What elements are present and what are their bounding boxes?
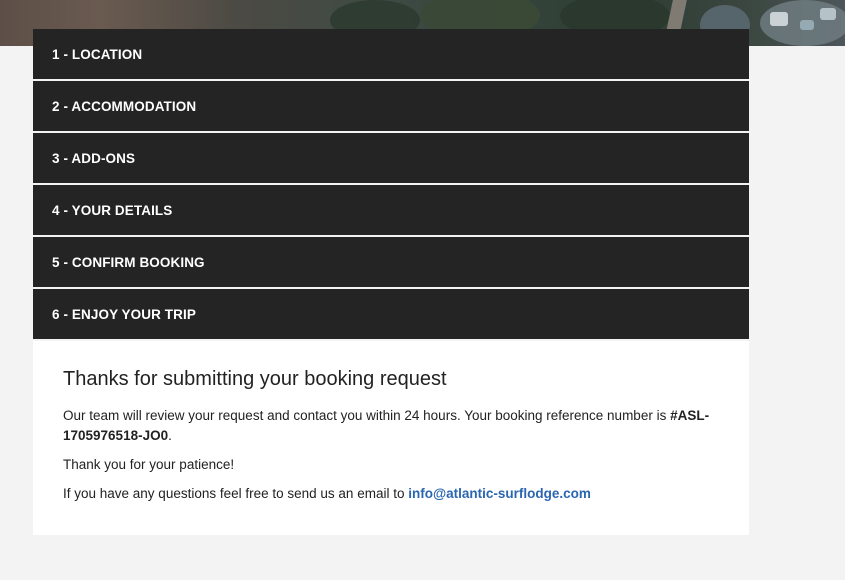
review-message: Our team will review your request and co…	[63, 406, 719, 446]
contact-message: If you have any questions feel free to s…	[63, 484, 719, 504]
confirmation-heading: Thanks for submitting your booking reque…	[63, 368, 447, 390]
step-label: 6 - ENJOY YOUR TRIP	[52, 306, 196, 322]
step-label: 4 - YOUR DETAILS	[52, 202, 173, 218]
patience-message: Thank you for your patience!	[63, 457, 235, 472]
step-label: 5 - CONFIRM BOOKING	[52, 254, 205, 270]
step-accommodation[interactable]: 2 - ACCOMMODATION	[33, 81, 749, 131]
step-add-ons[interactable]: 3 - ADD-ONS	[33, 133, 749, 183]
confirmation-panel: Thanks for submitting your booking reque…	[33, 341, 749, 535]
step-label: 3 - ADD-ONS	[52, 150, 136, 166]
step-label: 1 - LOCATION	[52, 46, 143, 62]
booking-steps: 1 - LOCATION 2 - ACCOMMODATION 3 - ADD-O…	[33, 29, 749, 341]
step-your-details[interactable]: 4 - YOUR DETAILS	[33, 185, 749, 235]
step-location[interactable]: 1 - LOCATION	[33, 29, 749, 79]
step-confirm-booking[interactable]: 5 - CONFIRM BOOKING	[33, 237, 749, 287]
email-prefix: If you have any questions feel free to s…	[63, 486, 409, 501]
step-label: 2 - ACCOMMODATION	[52, 98, 197, 114]
step-enjoy-your-trip[interactable]: 6 - ENJOY YOUR TRIP	[33, 289, 749, 339]
email-link[interactable]: info@atlantic-surflodge.com	[408, 486, 591, 501]
review-text: Our team will review your request and co…	[63, 408, 671, 423]
review-period: .	[168, 428, 172, 443]
